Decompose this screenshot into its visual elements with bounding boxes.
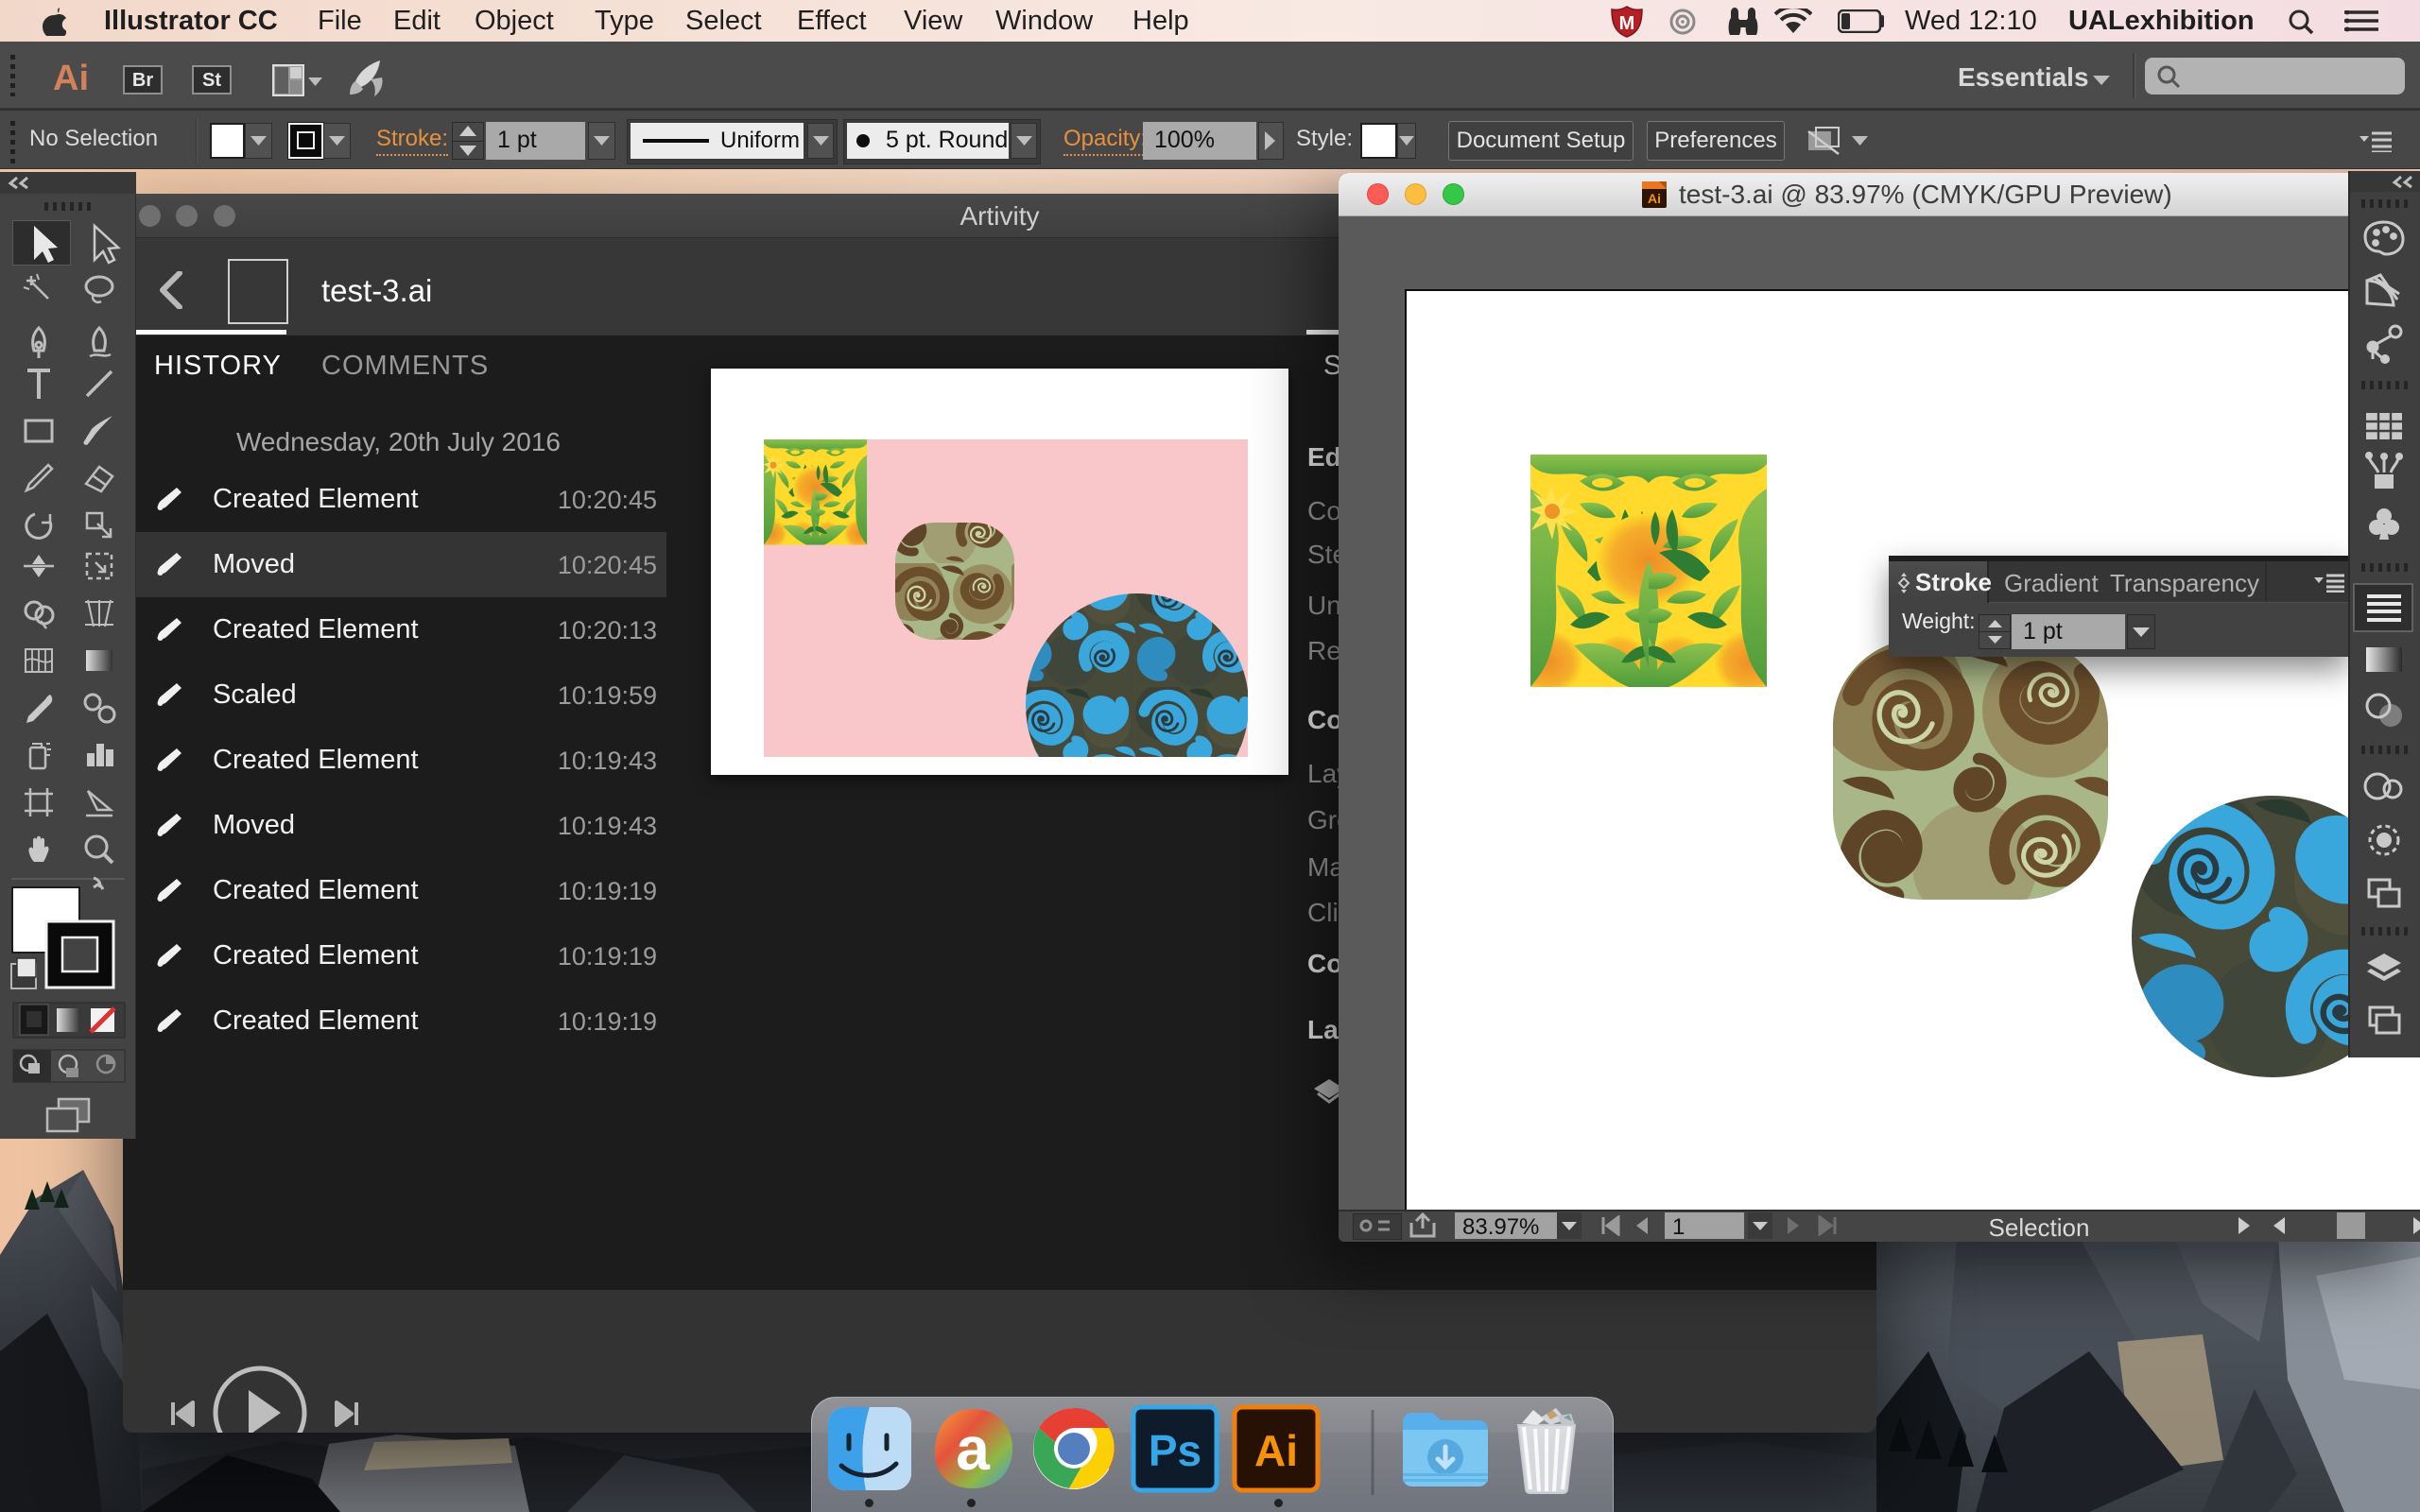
svg-text:Ai: Ai xyxy=(1254,1426,1298,1475)
svg-text:Ps: Ps xyxy=(1149,1426,1201,1475)
svg-text:M: M xyxy=(1619,13,1635,34)
svg-text:a: a xyxy=(956,1415,990,1483)
svg-text:Ai: Ai xyxy=(1648,191,1661,206)
